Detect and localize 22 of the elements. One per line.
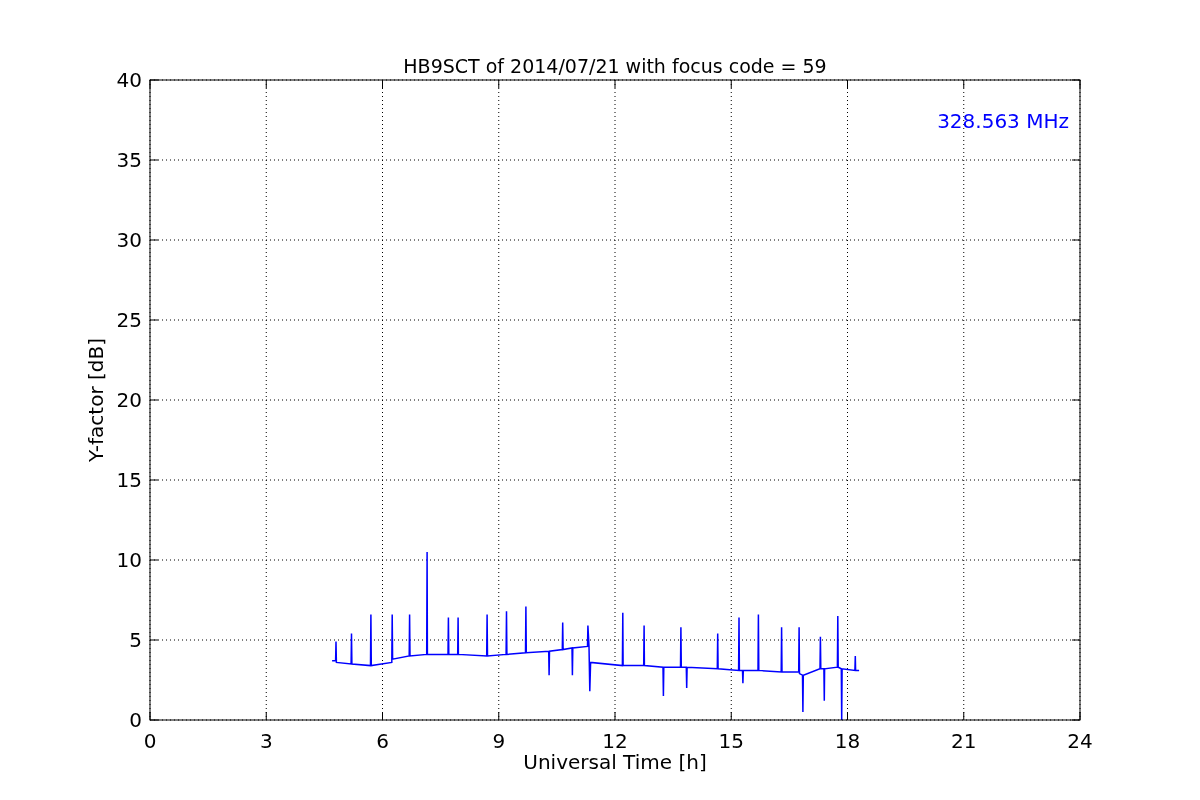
y-tick-label: 20 — [116, 388, 142, 412]
y-tick-label: 10 — [116, 548, 142, 572]
x-tick-label: 18 — [834, 729, 861, 753]
chart-title: HB9SCT of 2014/07/21 with focus code = 59 — [403, 55, 827, 77]
x-tick-label: 0 — [143, 729, 157, 753]
x-tick-label: 12 — [602, 729, 628, 753]
x-tick-label: 24 — [1067, 729, 1093, 753]
y-tick-label: 40 — [116, 68, 142, 92]
x-tick-label: 9 — [492, 729, 506, 753]
y-tick-label: 15 — [116, 468, 142, 492]
x-tick-label: 3 — [259, 729, 273, 753]
x-tick-label: 6 — [376, 729, 389, 753]
y-tick-label: 30 — [116, 228, 142, 252]
series-label: 328.563 MHz — [937, 109, 1069, 133]
y-tick-label: 25 — [116, 308, 142, 332]
y-tick-label: 35 — [116, 148, 142, 172]
x-axis-label: Universal Time [h] — [523, 750, 707, 774]
x-tick-label: 15 — [718, 729, 744, 753]
x-tick-label: 21 — [951, 729, 977, 753]
y-tick-label: 5 — [129, 628, 142, 652]
y-axis-label: Y-factor [dB] — [84, 338, 108, 462]
y-tick-label: 0 — [129, 708, 142, 732]
